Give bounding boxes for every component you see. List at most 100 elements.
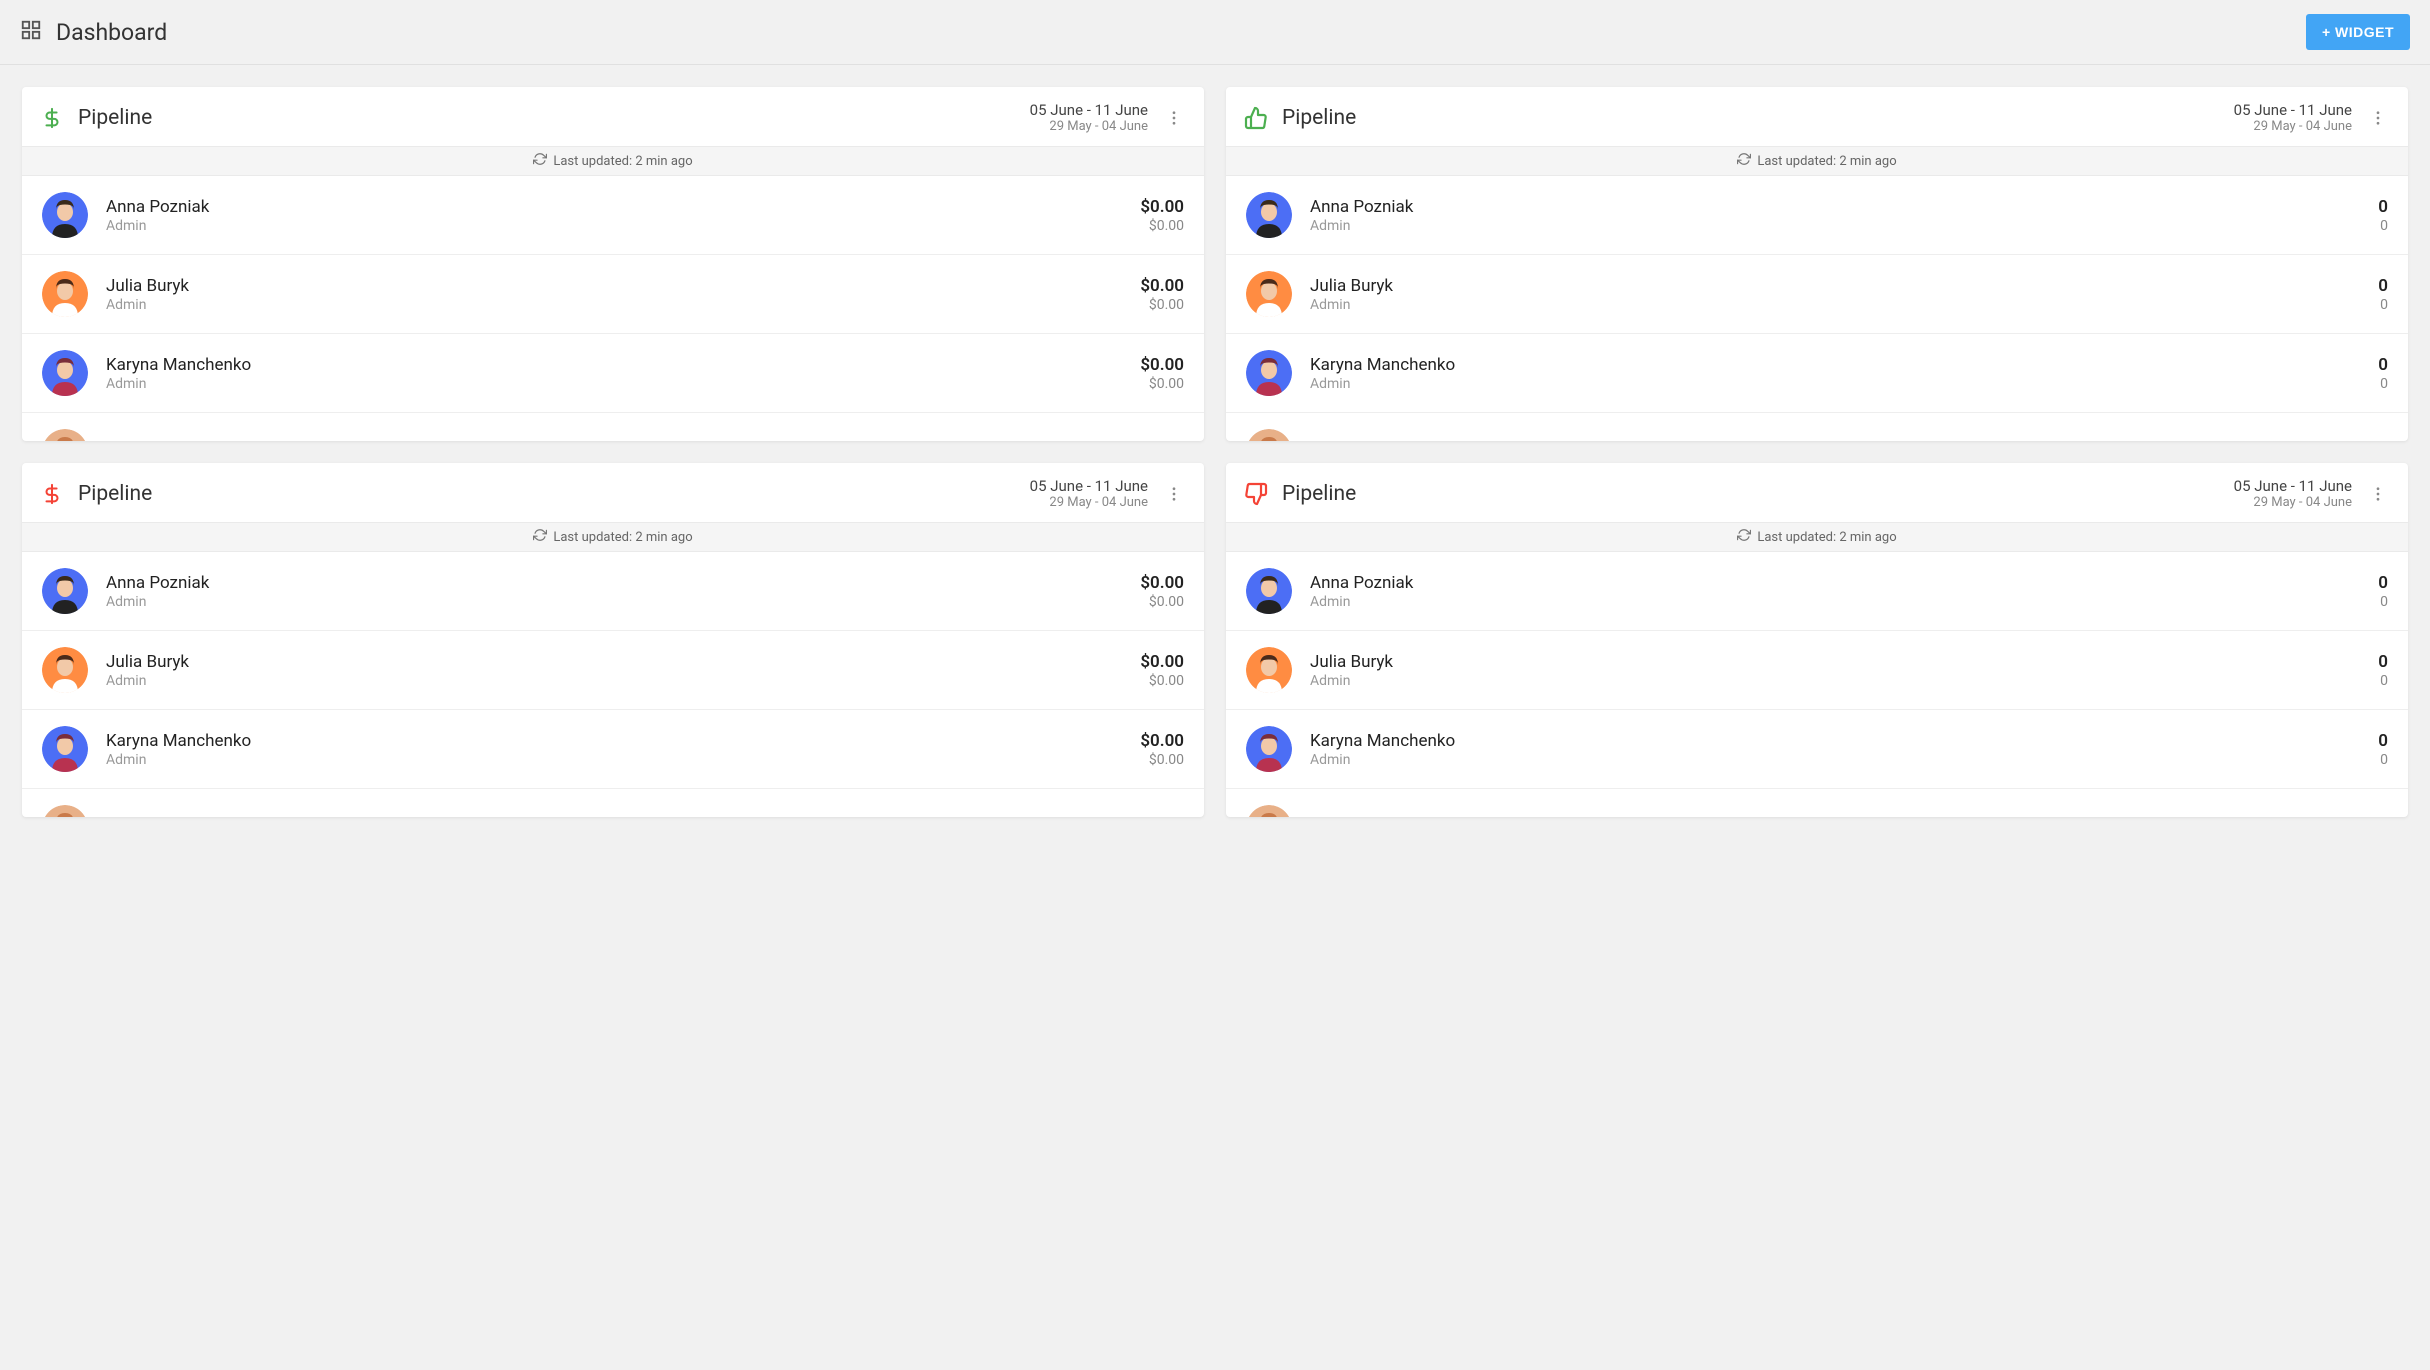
value-primary: 0 [2378, 276, 2388, 296]
last-updated-bar: Last updated: 2 min ago [1226, 522, 2408, 552]
row-info: Anna Pozniak Admin [106, 197, 1140, 234]
avatar [42, 429, 88, 441]
dashboard-icon [20, 19, 42, 45]
list-item[interactable]: Kirill Skurikhin 0 [1226, 789, 2408, 817]
user-name: Julia Buryk [1310, 276, 2378, 296]
avatar [1246, 726, 1292, 772]
row-values: $0.00 $0.00 [1140, 652, 1184, 689]
widget-dates: 05 June - 11 June 29 May - 04 June [1030, 477, 1148, 510]
list-item[interactable]: Julia Buryk Admin 0 0 [1226, 631, 2408, 710]
thumbs-up-icon [1244, 106, 1268, 130]
value-primary: 0 [2378, 355, 2388, 375]
value-secondary: 0 [2378, 673, 2388, 689]
pipeline-widget: Pipeline 05 June - 11 June 29 May - 04 J… [1226, 463, 2408, 817]
avatar [42, 805, 88, 817]
value-secondary: 0 [2378, 376, 2388, 392]
avatar [1246, 192, 1292, 238]
pipeline-widget: Pipeline 05 June - 11 June 29 May - 04 J… [22, 463, 1204, 817]
row-info: Anna Pozniak Admin [106, 573, 1140, 610]
list-item[interactable]: Anna Pozniak Admin $0.00 $0.00 [22, 176, 1204, 255]
row-values: $0.00 $0.00 [1140, 276, 1184, 313]
value-secondary: 0 [2378, 594, 2388, 610]
value-secondary: $0.00 [1140, 752, 1184, 768]
add-widget-button[interactable]: + WIDGET [2306, 14, 2410, 50]
list-item[interactable]: Karyna Manchenko Admin $0.00 $0.00 [22, 334, 1204, 413]
value-secondary: $0.00 [1140, 594, 1184, 610]
widget-dates: 05 June - 11 June 29 May - 04 June [2234, 477, 2352, 510]
row-info: Karyna Manchenko Admin [106, 355, 1140, 392]
value-primary: $0.00 [1140, 652, 1184, 672]
widget-grid: Pipeline 05 June - 11 June 29 May - 04 J… [0, 65, 2430, 839]
row-info: Karyna Manchenko Admin [106, 731, 1140, 768]
refresh-icon [533, 528, 547, 546]
user-name: Anna Pozniak [106, 197, 1140, 217]
row-values: $0.00 $0.00 [1140, 355, 1184, 392]
value-primary: $0.00 [1140, 276, 1184, 296]
row-values: 0 0 [2378, 731, 2388, 768]
last-updated-bar: Last updated: 2 min ago [22, 522, 1204, 552]
list-item[interactable]: Kirill Skurikhin 0 [1226, 413, 2408, 441]
user-name: Anna Pozniak [1310, 573, 2378, 593]
row-info: Julia Buryk Admin [106, 652, 1140, 689]
value-primary: $0.00 [1140, 355, 1184, 375]
user-name: Anna Pozniak [1310, 197, 2378, 217]
avatar [1246, 271, 1292, 317]
list-item[interactable]: Anna Pozniak Admin 0 0 [1226, 176, 2408, 255]
row-info: Julia Buryk Admin [1310, 276, 2378, 313]
avatar [1246, 805, 1292, 817]
value-primary: 0 [2378, 652, 2388, 672]
value-secondary: 0 [2378, 297, 2388, 313]
value-primary: $0.00 [1140, 731, 1184, 751]
row-values: $0.00 $0.00 [1140, 573, 1184, 610]
list-item[interactable]: Julia Buryk Admin $0.00 $0.00 [22, 255, 1204, 334]
user-name: Julia Buryk [106, 276, 1140, 296]
row-list: Anna Pozniak Admin $0.00 $0.00 Julia Bur… [22, 552, 1204, 817]
avatar [1246, 429, 1292, 441]
list-item[interactable]: Julia Buryk Admin 0 0 [1226, 255, 2408, 334]
list-item[interactable]: Kirill Skurikhin $0.00 [22, 413, 1204, 441]
user-role: Admin [1310, 218, 2378, 234]
list-item[interactable]: Anna Pozniak Admin 0 0 [1226, 552, 2408, 631]
list-item[interactable]: Karyna Manchenko Admin $0.00 $0.00 [22, 710, 1204, 789]
dollar-icon [40, 106, 64, 130]
row-values: 0 0 [2378, 355, 2388, 392]
row-info: Julia Buryk Admin [106, 276, 1140, 313]
more-menu-button[interactable] [1162, 106, 1186, 130]
user-role: Admin [106, 594, 1140, 610]
list-item[interactable]: Julia Buryk Admin $0.00 $0.00 [22, 631, 1204, 710]
avatar [42, 568, 88, 614]
list-item[interactable]: Karyna Manchenko Admin 0 0 [1226, 334, 2408, 413]
row-values: 0 0 [2378, 573, 2388, 610]
last-updated-text: Last updated: 2 min ago [553, 530, 692, 545]
avatar [1246, 350, 1292, 396]
user-role: Admin [106, 218, 1140, 234]
row-values: $0.00 $0.00 [1140, 731, 1184, 768]
value-secondary: $0.00 [1140, 297, 1184, 313]
row-info: Anna Pozniak Admin [1310, 573, 2378, 610]
list-item[interactable]: Anna Pozniak Admin $0.00 $0.00 [22, 552, 1204, 631]
more-menu-button[interactable] [2366, 482, 2390, 506]
header-left: Dashboard [20, 19, 167, 46]
user-name: Julia Buryk [106, 652, 1140, 672]
avatar [1246, 647, 1292, 693]
row-list: Anna Pozniak Admin $0.00 $0.00 Julia Bur… [22, 176, 1204, 441]
row-info: Karyna Manchenko Admin [1310, 355, 2378, 392]
value-primary: $0.00 [1140, 197, 1184, 217]
more-menu-button[interactable] [2366, 106, 2390, 130]
more-menu-button[interactable] [1162, 482, 1186, 506]
last-updated-bar: Last updated: 2 min ago [1226, 146, 2408, 176]
value-primary: 0 [2378, 573, 2388, 593]
last-updated-text: Last updated: 2 min ago [1757, 530, 1896, 545]
avatar [42, 192, 88, 238]
widget-header: Pipeline 05 June - 11 June 29 May - 04 J… [22, 463, 1204, 522]
user-name: Julia Buryk [1310, 652, 2378, 672]
row-values: 0 0 [2378, 652, 2388, 689]
last-updated-text: Last updated: 2 min ago [1757, 154, 1896, 169]
widget-header: Pipeline 05 June - 11 June 29 May - 04 J… [22, 87, 1204, 146]
thumbs-down-icon [1244, 482, 1268, 506]
user-role: Admin [1310, 594, 2378, 610]
value-secondary: 0 [2378, 218, 2388, 234]
list-item[interactable]: Kirill Skurikhin $0.00 [22, 789, 1204, 817]
list-item[interactable]: Karyna Manchenko Admin 0 0 [1226, 710, 2408, 789]
value-secondary: 0 [2378, 752, 2388, 768]
